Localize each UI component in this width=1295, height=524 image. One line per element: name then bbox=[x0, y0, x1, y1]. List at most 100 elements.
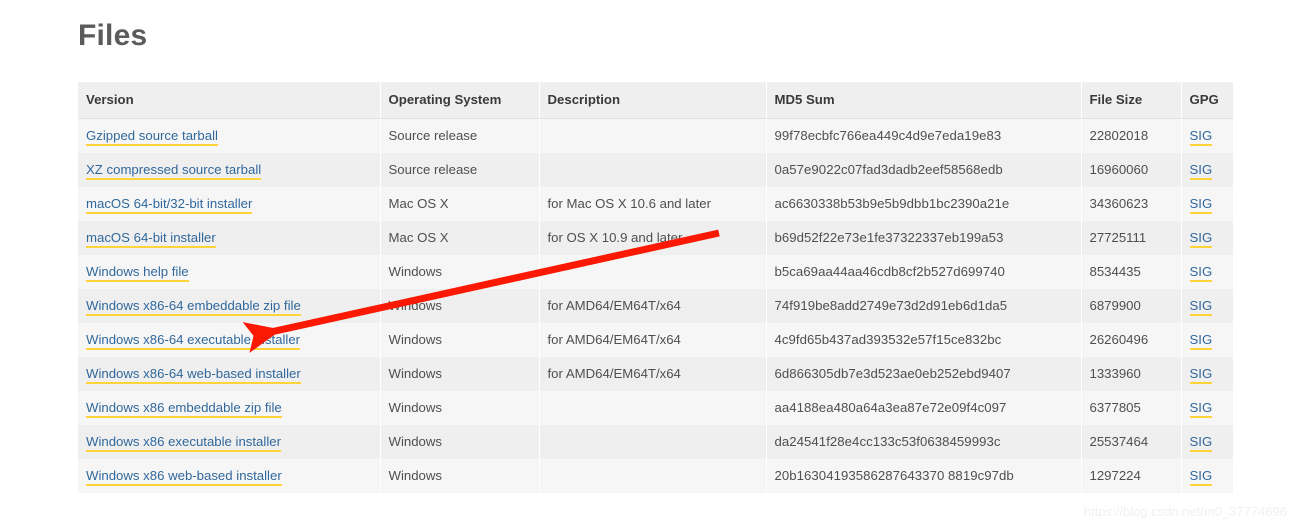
cell-description: for AMD64/EM64T/x64 bbox=[539, 289, 767, 323]
version-link[interactable]: Gzipped source tarball bbox=[86, 128, 218, 146]
cell-gpg: SIG bbox=[1181, 289, 1233, 323]
cell-description: for Mac OS X 10.6 and later bbox=[539, 187, 767, 221]
cell-operating-system: Mac OS X bbox=[380, 187, 540, 221]
version-link[interactable]: Windows x86 web-based installer bbox=[86, 468, 282, 486]
cell-file-size: 6377805 bbox=[1081, 391, 1182, 425]
cell-description bbox=[539, 255, 767, 289]
cell-version: Windows x86 executable installer bbox=[78, 425, 381, 459]
table-row: Gzipped source tarball Source release 99f7… bbox=[78, 118, 1233, 153]
cell-operating-system: Windows bbox=[380, 289, 540, 323]
gpg-sig-link[interactable]: SIG bbox=[1189, 298, 1213, 316]
cell-md5-sum: aa4188ea480a64a3ea87e72e09f4c097 bbox=[766, 391, 1082, 425]
cell-file-size: 27725111 bbox=[1081, 221, 1182, 255]
column-header-version: Version bbox=[78, 82, 381, 119]
table-row: Windows help file Windows b5ca69aa44aa46cd… bbox=[78, 255, 1233, 289]
cell-file-size: 1333960 bbox=[1081, 357, 1182, 391]
table-row: XZ compressed source tarball Source relea… bbox=[78, 153, 1233, 187]
version-link[interactable]: Windows help file bbox=[86, 264, 189, 282]
version-link[interactable]: Windows x86-64 web-based installer bbox=[86, 366, 301, 384]
cell-version: Windows x86 web-based installer bbox=[78, 459, 381, 493]
cell-description bbox=[539, 153, 767, 187]
cell-operating-system: Windows bbox=[380, 391, 540, 425]
cell-description bbox=[539, 391, 767, 425]
cell-operating-system: Windows bbox=[380, 425, 540, 459]
cell-description bbox=[539, 459, 767, 493]
cell-file-size: 26260496 bbox=[1081, 323, 1182, 357]
gpg-sig-link[interactable]: SIG bbox=[1189, 366, 1213, 384]
cell-operating-system: Source release bbox=[380, 153, 540, 187]
cell-file-size: 1297224 bbox=[1081, 459, 1182, 493]
cell-gpg: SIG bbox=[1181, 153, 1233, 187]
table-row: Windows x86 embeddable zip file Windows aa… bbox=[78, 391, 1233, 425]
table-row: Windows x86-64 web-based installer Window… bbox=[78, 357, 1233, 391]
cell-operating-system: Source release bbox=[380, 118, 540, 153]
version-link[interactable]: Windows x86-64 executable installer bbox=[86, 332, 301, 350]
cell-gpg: SIG bbox=[1181, 118, 1233, 153]
cell-file-size: 34360623 bbox=[1081, 187, 1182, 221]
cell-description: for AMD64/EM64T/x64 bbox=[539, 323, 767, 357]
gpg-sig-link[interactable]: SIG bbox=[1189, 196, 1213, 214]
cell-version: Gzipped source tarball bbox=[78, 118, 381, 153]
cell-description: for AMD64/EM64T/x64 bbox=[539, 357, 767, 391]
table-row: Windows x86 executable installer Windows d… bbox=[78, 425, 1233, 459]
cell-gpg: SIG bbox=[1181, 425, 1233, 459]
cell-md5-sum: 4c9fd65b437ad393532e57f15ce832bc bbox=[766, 323, 1082, 357]
cell-version: XZ compressed source tarball bbox=[78, 153, 381, 187]
cell-md5-sum: 0a57e9022c07fad3dadb2eef58568edb bbox=[766, 153, 1082, 187]
cell-version: Windows help file bbox=[78, 255, 381, 289]
gpg-sig-link[interactable]: SIG bbox=[1189, 468, 1213, 486]
cell-file-size: 6879900 bbox=[1081, 289, 1182, 323]
cell-operating-system: Mac OS X bbox=[380, 221, 540, 255]
column-header-size: File Size bbox=[1081, 82, 1182, 119]
cell-file-size: 16960060 bbox=[1081, 153, 1182, 187]
cell-description: for OS X 10.9 and later bbox=[539, 221, 767, 255]
cell-md5-sum: 74f919be8add2749e73d2d91eb6d1da5 bbox=[766, 289, 1082, 323]
gpg-sig-link[interactable]: SIG bbox=[1189, 230, 1213, 248]
cell-description bbox=[539, 118, 767, 153]
cell-md5-sum: 6d866305db7e3d523ae0eb252ebd9407 bbox=[766, 357, 1082, 391]
cell-gpg: SIG bbox=[1181, 187, 1233, 221]
cell-md5-sum: b69d52f22e73e1fe37322337eb199a53 bbox=[766, 221, 1082, 255]
cell-md5-sum: 20b16304193586287643370 8819c97db bbox=[766, 459, 1082, 493]
cell-operating-system: Windows bbox=[380, 255, 540, 289]
gpg-sig-link[interactable]: SIG bbox=[1189, 128, 1213, 146]
gpg-sig-link[interactable]: SIG bbox=[1189, 332, 1213, 350]
table-row: Windows x86-64 embeddable zip file Window… bbox=[78, 289, 1233, 323]
gpg-sig-link[interactable]: SIG bbox=[1189, 264, 1213, 282]
version-link[interactable]: macOS 64-bit/32-bit installer bbox=[86, 196, 253, 214]
files-page: Files Version Operating System Descripti… bbox=[0, 0, 1295, 524]
gpg-sig-link[interactable]: SIG bbox=[1189, 162, 1213, 180]
table-row: Windows x86 web-based installer Windows 20… bbox=[78, 459, 1233, 493]
column-header-desc: Description bbox=[539, 82, 767, 119]
column-header-os: Operating System bbox=[380, 82, 540, 119]
cell-version: Windows x86-64 web-based installer bbox=[78, 357, 381, 391]
files-table: Version Operating System Description MD5… bbox=[78, 82, 1233, 493]
column-header-gpg: GPG bbox=[1181, 82, 1233, 119]
cell-md5-sum: ac6630338b53b9e5b9dbb1bc2390a21e bbox=[766, 187, 1082, 221]
page-title: Files bbox=[78, 19, 148, 52]
cell-gpg: SIG bbox=[1181, 357, 1233, 391]
version-link[interactable]: Windows x86 executable installer bbox=[86, 434, 281, 452]
table-header: Version Operating System Description MD5… bbox=[78, 82, 1233, 119]
table-header-row: Version Operating System Description MD5… bbox=[78, 82, 1233, 119]
cell-operating-system: Windows bbox=[380, 323, 540, 357]
cell-description bbox=[539, 425, 767, 459]
cell-md5-sum: b5ca69aa44aa46cdb8cf2b527d699740 bbox=[766, 255, 1082, 289]
cell-file-size: 22802018 bbox=[1081, 118, 1182, 153]
table-body: Gzipped source tarball Source release 99f7… bbox=[78, 118, 1233, 493]
cell-version: macOS 64-bit/32-bit installer bbox=[78, 187, 381, 221]
table-row: macOS 64-bit installer Mac OS Xfor OS X 1… bbox=[78, 221, 1233, 255]
gpg-sig-link[interactable]: SIG bbox=[1189, 434, 1213, 452]
version-link[interactable]: Windows x86-64 embeddable zip file bbox=[86, 298, 301, 316]
version-link[interactable]: macOS 64-bit installer bbox=[86, 230, 216, 248]
cell-gpg: SIG bbox=[1181, 221, 1233, 255]
cell-version: macOS 64-bit installer bbox=[78, 221, 381, 255]
cell-version: Windows x86-64 executable installer bbox=[78, 323, 381, 357]
version-link[interactable]: Windows x86 embeddable zip file bbox=[86, 400, 282, 418]
cell-gpg: SIG bbox=[1181, 459, 1233, 493]
files-table-container: Version Operating System Description MD5… bbox=[78, 82, 1233, 493]
version-link[interactable]: XZ compressed source tarball bbox=[86, 162, 262, 180]
table-row: Windows x86-64 executable installer Windo… bbox=[78, 323, 1233, 357]
gpg-sig-link[interactable]: SIG bbox=[1189, 400, 1213, 418]
cell-file-size: 25537464 bbox=[1081, 425, 1182, 459]
